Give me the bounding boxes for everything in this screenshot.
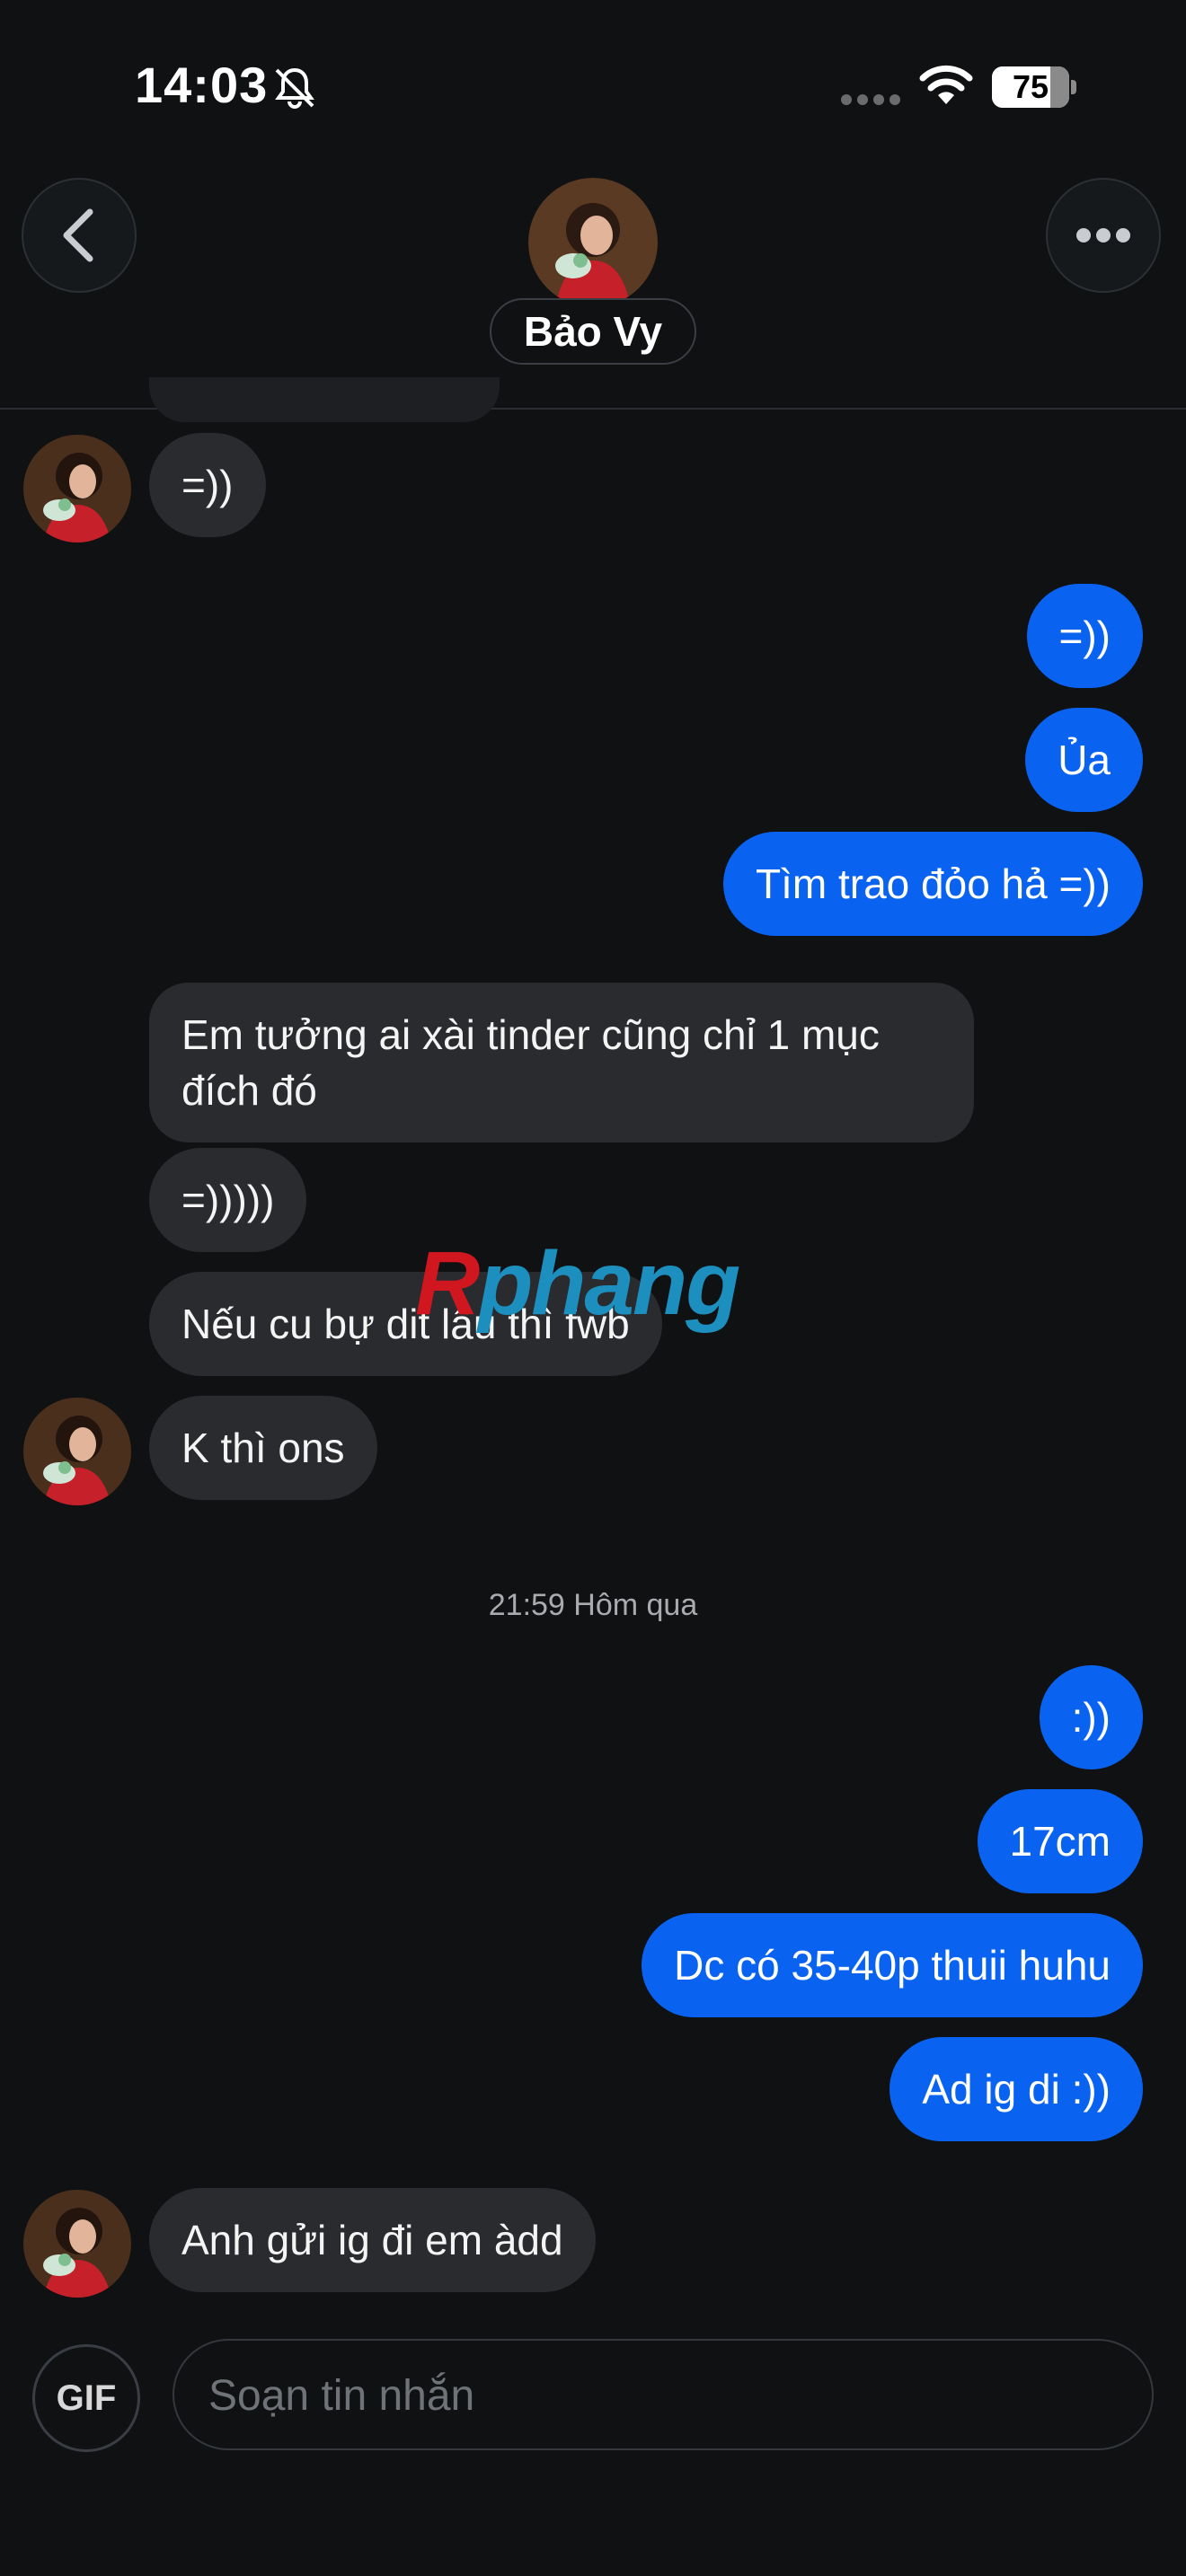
- bell-slash-icon: [275, 67, 314, 109]
- chevron-left-icon: [63, 208, 93, 262]
- message-bubble-incoming[interactable]: Anh gửi ig đi em àdd: [149, 2188, 596, 2292]
- battery-icon: 75: [992, 66, 1078, 108]
- contact-name[interactable]: Bảo Vy: [490, 298, 696, 365]
- message-bubble-outgoing[interactable]: Tìm trao đỏo hả =)): [723, 832, 1143, 936]
- watermark-logo-part1: R: [415, 1233, 480, 1334]
- gif-button[interactable]: GIF: [32, 2344, 140, 2452]
- status-bar: 14:03 75: [0, 0, 1186, 171]
- contact-avatar[interactable]: [528, 178, 658, 307]
- message-input[interactable]: [207, 2368, 1109, 2423]
- back-button[interactable]: [22, 178, 137, 293]
- battery-level-text: 75: [1012, 68, 1049, 105]
- message-bubble-incoming[interactable]: =))))): [149, 1148, 307, 1252]
- watermark-logo-part2: phang: [478, 1233, 740, 1334]
- message-composer[interactable]: [173, 2339, 1154, 2450]
- previous-message-edge: [149, 377, 500, 422]
- message-bubble-outgoing[interactable]: Ad ig di :)): [890, 2037, 1143, 2141]
- message-bubble-incoming[interactable]: =)): [149, 433, 266, 537]
- message-bubble-outgoing[interactable]: 17cm: [977, 1789, 1143, 1893]
- more-options-button[interactable]: [1046, 178, 1161, 293]
- message-bubble-outgoing[interactable]: =)): [1026, 584, 1143, 688]
- message-bubble-incoming[interactable]: Em tưởng ai xài tinder cũng chỉ 1 mục đí…: [149, 983, 974, 1142]
- message-bubble-outgoing[interactable]: Ủa: [1025, 708, 1143, 812]
- watermark-logo: Rphang: [415, 1232, 740, 1336]
- message-bubble-incoming[interactable]: K thì ons: [149, 1396, 377, 1500]
- ellipsis-icon: [1076, 228, 1130, 243]
- timestamp-separator: 21:59 Hôm qua: [488, 1588, 698, 1622]
- wifi-icon: [919, 65, 973, 104]
- message-bubble-outgoing[interactable]: :)): [1039, 1665, 1143, 1769]
- signal-dots-icon: [841, 94, 900, 105]
- status-time: 14:03: [135, 57, 269, 113]
- message-bubble-outgoing[interactable]: Dc có 35-40p thuii huhu: [642, 1913, 1143, 2017]
- contact-avatar-small[interactable]: [23, 435, 131, 543]
- contact-avatar-small[interactable]: [23, 2190, 131, 2298]
- contact-avatar-small[interactable]: [23, 1398, 131, 1505]
